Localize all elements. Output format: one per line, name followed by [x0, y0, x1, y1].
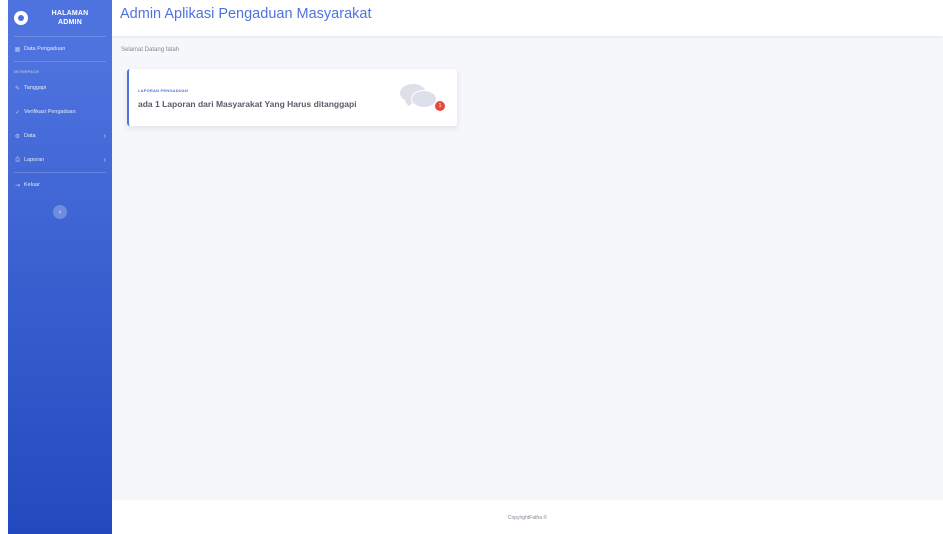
comments-icon: 1 [397, 80, 449, 116]
brand-line-1: HALAMAN [51, 10, 89, 17]
brand-title: HALAMAN ADMIN [28, 9, 112, 27]
sidebar-item-label: Data Pengaduan [24, 46, 66, 52]
report-card[interactable]: LAPORAN PENGADUAN ada 1 Laporan dari Mas… [127, 69, 457, 126]
edit-icon: ✎ [14, 85, 21, 92]
sidebar-item-keluar[interactable]: ⇥ Keluar [8, 173, 112, 197]
card-label: LAPORAN PENGADUAN [138, 88, 189, 93]
sidebar-item-label: Keluar [24, 182, 40, 188]
sidebar-item-label: Laporan [24, 157, 45, 163]
main-content: Selamat Datang fatah LAPORAN PENGADUAN a… [112, 36, 943, 500]
brand-logo-icon [14, 11, 28, 25]
card-text: ada 1 Laporan dari Masyarakat Yang Harus… [138, 99, 357, 109]
welcome-text: Selamat Datang fatah [121, 47, 180, 53]
logout-icon: ⇥ [14, 182, 21, 189]
sidebar-item-laporan[interactable]: ⎙ Laporan › [8, 148, 112, 172]
sidebar-section-heading: INTERFACE [14, 69, 40, 74]
sidebar-item-data[interactable]: ⚙ Data › [8, 124, 112, 148]
print-icon: ⎙ [15, 156, 20, 163]
sidebar-brand[interactable]: HALAMAN ADMIN [8, 0, 112, 36]
chevron-right-icon: › [103, 132, 106, 140]
comment-bubble-front [411, 90, 437, 108]
app-window: nggapi HALAMAN ADMIN ▦ Data Pengaduan IN… [0, 0, 943, 534]
notification-badge: 1 [435, 101, 445, 111]
brand-line-2: ADMIN [58, 19, 82, 26]
table-icon: ▦ [14, 46, 21, 53]
chevron-right-icon: › [103, 156, 106, 164]
topbar: Admin Aplikasi Pengaduan Masyarakat [112, 0, 943, 36]
copyright-text: CopyrightFatha © [507, 515, 548, 521]
page-title: Admin Aplikasi Pengaduan Masyarakat [120, 6, 372, 22]
sidebar-item-verifikasi-pengaduan[interactable]: ✓ Verifikasi Pengaduan [8, 100, 112, 124]
sidebar-item-label: Tanggapi [24, 85, 47, 91]
gear-icon: ⚙ [14, 133, 21, 140]
sidebar-toggle-button[interactable]: ‹ [53, 205, 67, 219]
footer: CopyrightFatha © [112, 500, 943, 534]
check-icon: ✓ [14, 109, 21, 116]
sidebar-item-tanggapi[interactable]: ✎ Tanggapi [8, 76, 112, 100]
sidebar-item-label: Data [24, 133, 36, 139]
sidebar-item-label: Verifikasi Pengaduan [24, 109, 76, 115]
sidebar: HALAMAN ADMIN ▦ Data Pengaduan INTERFACE… [8, 0, 112, 534]
sidebar-item-data-pengaduan[interactable]: ▦ Data Pengaduan [8, 37, 112, 61]
